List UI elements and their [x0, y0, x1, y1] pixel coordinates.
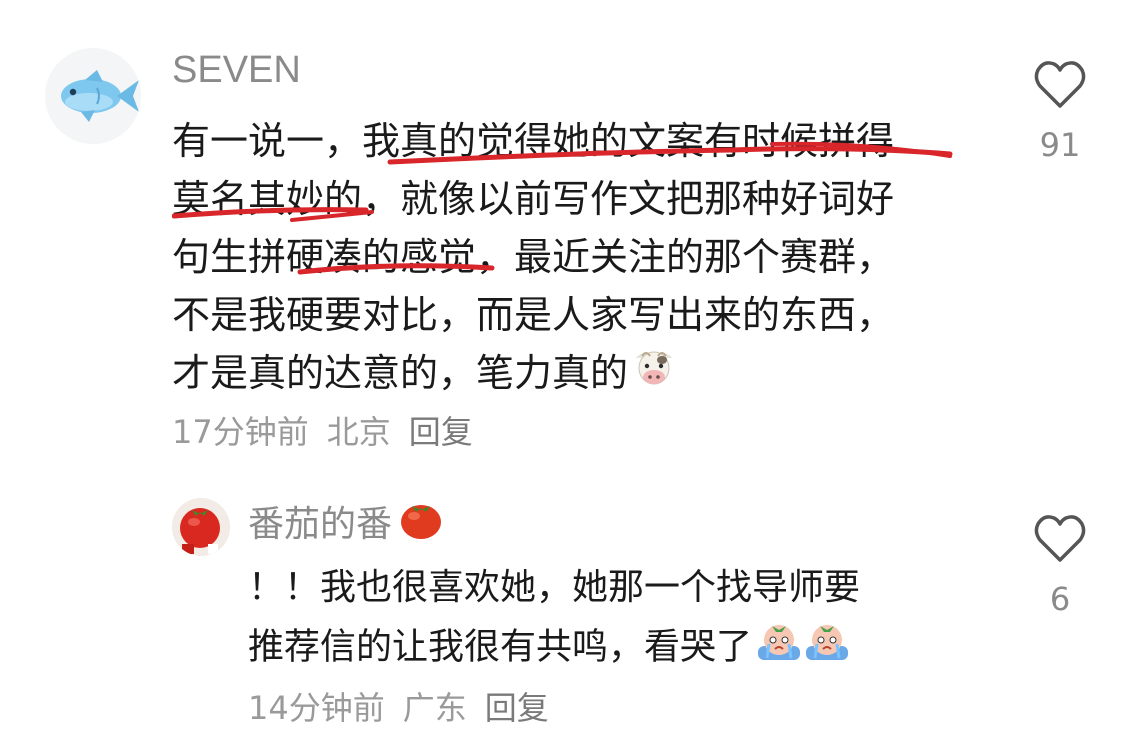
reply-button[interactable]: 回复 [409, 413, 473, 451]
like-count: 91 [1039, 126, 1081, 164]
comment-line: 才是真的达意的，笔力真的 [172, 344, 676, 406]
fish-icon [61, 70, 139, 122]
comment-line: 句生拼硬凑的感觉，最近关注的那个赛群， [172, 235, 895, 279]
comment-line: 不是我硬要对比，而是人家写出来的东西， [172, 293, 895, 337]
comment-meta: 17分钟前 北京 回复 [172, 410, 491, 454]
comment-line: 有一说一，我真的觉得她的文案有时候拼得 [172, 119, 895, 163]
comment-username[interactable]: SEVEN [172, 48, 301, 92]
heart-icon[interactable] [1032, 58, 1088, 110]
comment-time: 14分钟前 [248, 689, 385, 727]
crying-emoji [756, 618, 852, 679]
avatar[interactable] [45, 48, 141, 144]
comment-body: ！！我也很喜欢她，她那一个找导师要 推荐信的让我很有共鸣，看哭了 [248, 560, 988, 680]
like-count: 6 [1049, 580, 1071, 618]
tomato-icon [172, 498, 230, 556]
comment-location: 广东 [402, 689, 467, 727]
reply-button[interactable]: 回复 [485, 689, 549, 727]
cow-face-emoji [632, 346, 676, 406]
comment-item: SEVEN 有一说一，我真的觉得她的文案有时候拼得 莫名其妙的，就像以前写作文把… [0, 0, 1133, 470]
heart-icon[interactable] [1032, 512, 1088, 564]
comment-line-text: 推荐信的让我很有共鸣，看哭了 [248, 626, 753, 668]
comment-body: 有一说一，我真的觉得她的文案有时候拼得 莫名其妙的，就像以前写作文把那种好词好 … [172, 112, 992, 402]
like-button[interactable]: 6 [1022, 512, 1098, 618]
comment-username[interactable]: 番茄的番 [248, 498, 444, 554]
username-text: 番茄的番 [248, 504, 393, 545]
comment-location: 北京 [326, 413, 391, 451]
comment-line: 莫名其妙的，就像以前写作文把那种好词好 [172, 177, 895, 221]
comment-line: ！！我也很喜欢她，她那一个找导师要 [248, 567, 861, 608]
comment-line: 推荐信的让我很有共鸣，看哭了 [248, 618, 852, 679]
tomato-emoji [398, 498, 444, 554]
comment-time: 17分钟前 [172, 413, 309, 451]
avatar[interactable] [172, 498, 230, 556]
comment-meta: 14分钟前 广东 回复 [248, 686, 567, 730]
comment-item: 番茄的番 ！！我也很喜欢她，她那一个找导师要 推荐信的让我很有共鸣，看哭了 14… [0, 490, 1133, 740]
comment-line-text: 才是真的达意的，笔力真的 [172, 351, 629, 395]
like-button[interactable]: 91 [1022, 58, 1098, 164]
